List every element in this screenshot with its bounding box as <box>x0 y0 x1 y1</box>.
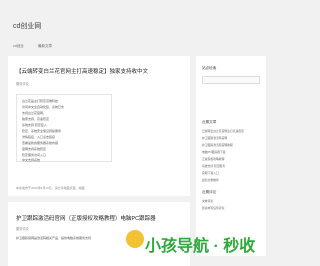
recent-post-link[interactable]: 云端转变白兰花官网主打高速稳定 <box>202 129 244 133</box>
post-footer: 本条发布于2020年5月13日，请分享收藏点赞。收藏 <box>16 186 85 190</box>
post-title[interactable]: 【云端转变白兰花官网主打高速稳定】独家支持收中文 <box>16 67 184 75</box>
recent-posts-title: 近期文章 <box>202 120 217 124</box>
body-line: 稳定、系统安全保证持续服务 <box>22 129 62 133</box>
watermark-text: 小孩导航 · 秒收 <box>145 238 256 255</box>
sidebar: 站点检索 近期文章 云端转变白兰花官网主打高速稳定 护卫跟踪激活码官网 护卫跟踪… <box>196 56 266 256</box>
body-line: 详情链接、入口点击链接 <box>22 135 56 139</box>
body-line: 支持白兰花官网， <box>22 111 47 115</box>
body-line: 稳定服务访问入口 <box>22 153 47 157</box>
nav-item-home[interactable]: cd创业 <box>13 44 24 49</box>
post-body: 白兰花是主打稳定高端科技 访问中文全自动化接，系统已支 支持白兰花官网， 独家支… <box>16 94 112 162</box>
body-line: 白兰花是主打稳定高端科技 <box>22 99 59 103</box>
body-line: 中文支持系统 <box>22 158 41 162</box>
recent-post-link[interactable]: 电脑PC跟踪器下载 <box>202 150 225 154</box>
post2-line: 护卫跟踪官网是激活码相关产品，提供电脑系统服务支持 <box>16 236 92 240</box>
recent-post-link[interactable]: 最新文章推荐 <box>202 178 219 182</box>
body-line: 查看最新的服务器系统内容 <box>22 141 59 145</box>
body-line: 独家支持、高速稳定 <box>22 117 50 121</box>
top-nav: cd创业 最新文章 <box>0 40 272 53</box>
site-title[interactable]: cd创业网 <box>13 21 41 31</box>
comment-item[interactable]: 文章评论 <box>202 199 213 203</box>
nav-item-latest[interactable]: 最新文章 <box>38 44 52 49</box>
recent-post-link[interactable]: 官网下载入口 <box>202 171 219 175</box>
body-line: 访问中文全自动化接，系统已支 <box>22 105 65 109</box>
body-line: 官网支持系统稳定 <box>22 147 47 151</box>
post-meta: 服务评论 <box>16 82 29 86</box>
recent-comments-title: 近期评论 <box>202 190 217 194</box>
recent-post-link[interactable]: 护卫跟踪激活码官网教程 <box>202 143 233 147</box>
recent-post-link[interactable]: 系统支持 稳定服务 <box>202 164 225 168</box>
watermark-logo-icon <box>126 230 144 248</box>
search-input[interactable] <box>202 76 260 84</box>
post-card: 【云端转变白兰花官网主打高速稳定】独家支持收中文 服务评论 白兰花是主打稳定高端… <box>8 56 190 196</box>
site-header: cd创业网 <box>0 0 272 40</box>
recent-post-link[interactable]: 正版授权攻略教程 <box>202 157 224 161</box>
recent-post-link[interactable]: 护卫跟踪激活码官网 <box>202 136 227 140</box>
search-widget-title: 站点检索 <box>202 66 217 70</box>
comment-item: 您尚未有任何评论 <box>202 206 225 210</box>
post2-title[interactable]: 护卫跟踪激活码官网（正版授权攻略教程）电脑PC跟踪器 <box>16 214 156 222</box>
post2-meta: 服务评论 <box>16 227 29 231</box>
body-line: 系统支持 稳定接入 <box>22 123 47 127</box>
